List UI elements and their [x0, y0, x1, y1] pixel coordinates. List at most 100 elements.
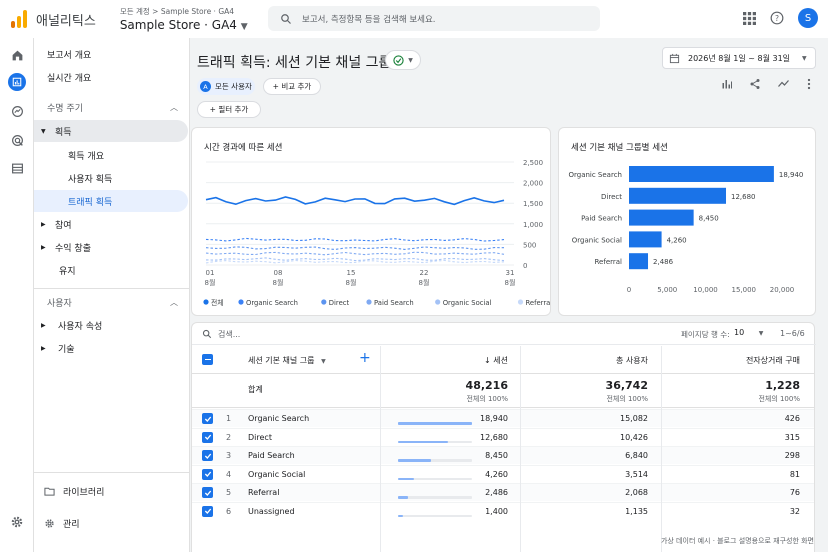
bar-value-label: 4,260	[667, 236, 687, 244]
x-tick-label: 15,000	[732, 286, 757, 294]
total-purchases-share: 전체의 100%	[758, 395, 800, 403]
explore-icon[interactable]	[8, 102, 26, 120]
select-all-checkbox[interactable]	[202, 354, 213, 365]
row-channel[interactable]: Organic Search	[248, 414, 309, 423]
search-input[interactable]: 보고서, 측정항목 등을 검색해 보세요.	[268, 6, 600, 31]
avatar[interactable]: S	[798, 8, 818, 28]
nav-section-user[interactable]: 사용자 ︿	[34, 291, 188, 313]
legend-label: Direct	[329, 299, 350, 307]
nav-admin[interactable]: 관리	[34, 512, 188, 534]
row-checkbox[interactable]	[202, 413, 213, 424]
bar	[629, 231, 662, 248]
svg-text:?: ?	[775, 14, 779, 23]
chevron-up-icon: ︿	[170, 297, 178, 307]
table-toolbar: 검색... 페이지당 행 수: 10 ▼ 1~6/6	[192, 323, 816, 345]
check-icon	[204, 453, 211, 459]
nav-traffic-acq[interactable]: 트래픽 획득	[34, 190, 188, 212]
configure-icon[interactable]	[8, 159, 26, 177]
nav-section-lifecycle[interactable]: 수명 주기 ︿	[34, 96, 188, 118]
legend-swatch	[517, 299, 524, 305]
table-row[interactable]: 1 Organic Search 18,940 15,082 426	[192, 409, 814, 427]
property-name: Sample Store · GA4 ▼	[119, 18, 248, 32]
report-status-button[interactable]: ▼	[385, 50, 421, 70]
nav-tech[interactable]: ▶ 기술	[34, 337, 188, 359]
total-sessions-share: 전체의 100%	[466, 395, 508, 403]
table-row[interactable]: 3 Paid Search 8,450 6,840 298	[192, 446, 814, 464]
rows-per-page-select[interactable]: 10 ▼	[734, 328, 763, 337]
legend-label: Referral	[526, 299, 551, 307]
row-channel[interactable]: Direct	[248, 433, 272, 442]
share-icon[interactable]	[749, 78, 761, 90]
row-sessions: 8,450	[485, 451, 508, 460]
table-search-input[interactable]: 검색...	[218, 329, 240, 340]
x-tick-month: 8월	[505, 278, 516, 287]
settings-icon[interactable]	[8, 513, 26, 531]
nav-reports-overview[interactable]: 보고서 개요	[34, 43, 188, 65]
add-filter-button[interactable]: + 필터 추가	[197, 101, 261, 118]
legend-label: Organic Search	[246, 299, 298, 307]
row-checkbox[interactable]	[202, 468, 213, 480]
legend-label: Paid Search	[374, 299, 414, 307]
insights-icon[interactable]	[777, 78, 790, 90]
apps-grid-icon[interactable]	[743, 11, 756, 25]
date-range-picker[interactable]: 2026년 8월 1일 ~ 8월 31일 ▼	[662, 47, 816, 69]
row-channel[interactable]: Unassigned	[248, 507, 295, 516]
caret-down-icon: ▼	[41, 127, 46, 135]
totals-row: 합계 48,216 전체의 100% 36,742 전체의 100% 1,228…	[192, 375, 814, 408]
col-sessions-header[interactable]: ↓ 세션	[432, 355, 508, 366]
row-channel[interactable]: Organic Social	[248, 470, 305, 479]
nav-monetization[interactable]: ▶ 수익 창출	[34, 236, 188, 258]
table-row[interactable]: 4 Organic Social 4,260 3,514 81	[192, 464, 814, 483]
legend-label: Organic Social	[443, 299, 492, 307]
col-users-header[interactable]: 총 사용자	[572, 355, 648, 366]
caret-down-icon: ▼	[321, 358, 326, 365]
row-checkbox[interactable]	[202, 431, 213, 443]
nav-realtime[interactable]: 실시간 개요	[34, 66, 188, 88]
customize-chart-icon[interactable]	[721, 78, 733, 90]
app-brand: 애널리틱스	[36, 13, 96, 29]
row-sessions: 2,486	[485, 488, 508, 497]
bar-category-label: Paid Search	[581, 215, 622, 223]
add-comparison-button[interactable]: + 비교 추가	[263, 78, 321, 95]
nav-user-attributes[interactable]: ▶ 사용자 속성	[34, 314, 188, 336]
nav-acquisition[interactable]: ▼ 획득	[34, 120, 188, 142]
chevron-up-icon: ︿	[170, 102, 178, 112]
reports-icon[interactable]	[8, 73, 26, 91]
x-tick-label: 22	[420, 269, 429, 277]
row-checkbox[interactable]	[202, 505, 213, 517]
row-checkbox[interactable]	[202, 450, 213, 461]
nav-retention[interactable]: 유지	[34, 259, 188, 281]
add-dimension-icon[interactable]: +	[359, 350, 371, 366]
column-divider	[520, 346, 521, 552]
date-range-label: 2026년 8월 1일 ~ 8월 31일	[688, 53, 791, 63]
home-icon[interactable]	[8, 46, 26, 64]
account-picker[interactable]: 모든 계정 > Sample Store · GA4 Sample Store …	[120, 6, 248, 32]
legend-swatch	[238, 299, 244, 305]
row-purchases: 76	[789, 488, 800, 497]
nav-engagement[interactable]: ▶ 참여	[34, 213, 188, 235]
dimension-header[interactable]: 세션 기본 채널 그룹 ▼	[248, 355, 326, 366]
row-channel[interactable]: Paid Search	[248, 451, 295, 460]
more-vert-icon[interactable]	[806, 78, 812, 90]
legend-swatch	[435, 299, 441, 305]
help-icon[interactable]: ?	[770, 11, 784, 25]
nav-acq-overview[interactable]: 획득 개요	[34, 144, 188, 166]
table-row[interactable]: 2 Direct 12,680 10,426 315	[192, 427, 814, 446]
row-index: 4	[226, 469, 232, 479]
table-row[interactable]: 6 Unassigned 1,400 1,135 32	[192, 501, 814, 520]
segment-chip[interactable]: A 모든 사용자	[197, 78, 255, 95]
row-index: 5	[226, 488, 232, 497]
row-index: 6	[226, 506, 232, 516]
advertising-icon[interactable]	[8, 131, 26, 149]
table-row[interactable]: 5 Referral 2,486 2,068 76	[192, 483, 814, 501]
row-channel[interactable]: Referral	[248, 488, 279, 497]
y-tick-label: 1,500	[523, 200, 543, 208]
nav-library[interactable]: 라이브러리	[34, 480, 188, 502]
nav-user-acq[interactable]: 사용자 획득	[34, 167, 188, 189]
row-checkbox[interactable]	[202, 487, 213, 498]
bar	[629, 209, 694, 226]
col-purchases-header[interactable]: 전자상거래 구매	[712, 355, 800, 366]
caret-right-icon: ▶	[41, 243, 46, 251]
check-circle-icon	[393, 54, 404, 66]
caret-down-icon: ▼	[240, 22, 248, 32]
